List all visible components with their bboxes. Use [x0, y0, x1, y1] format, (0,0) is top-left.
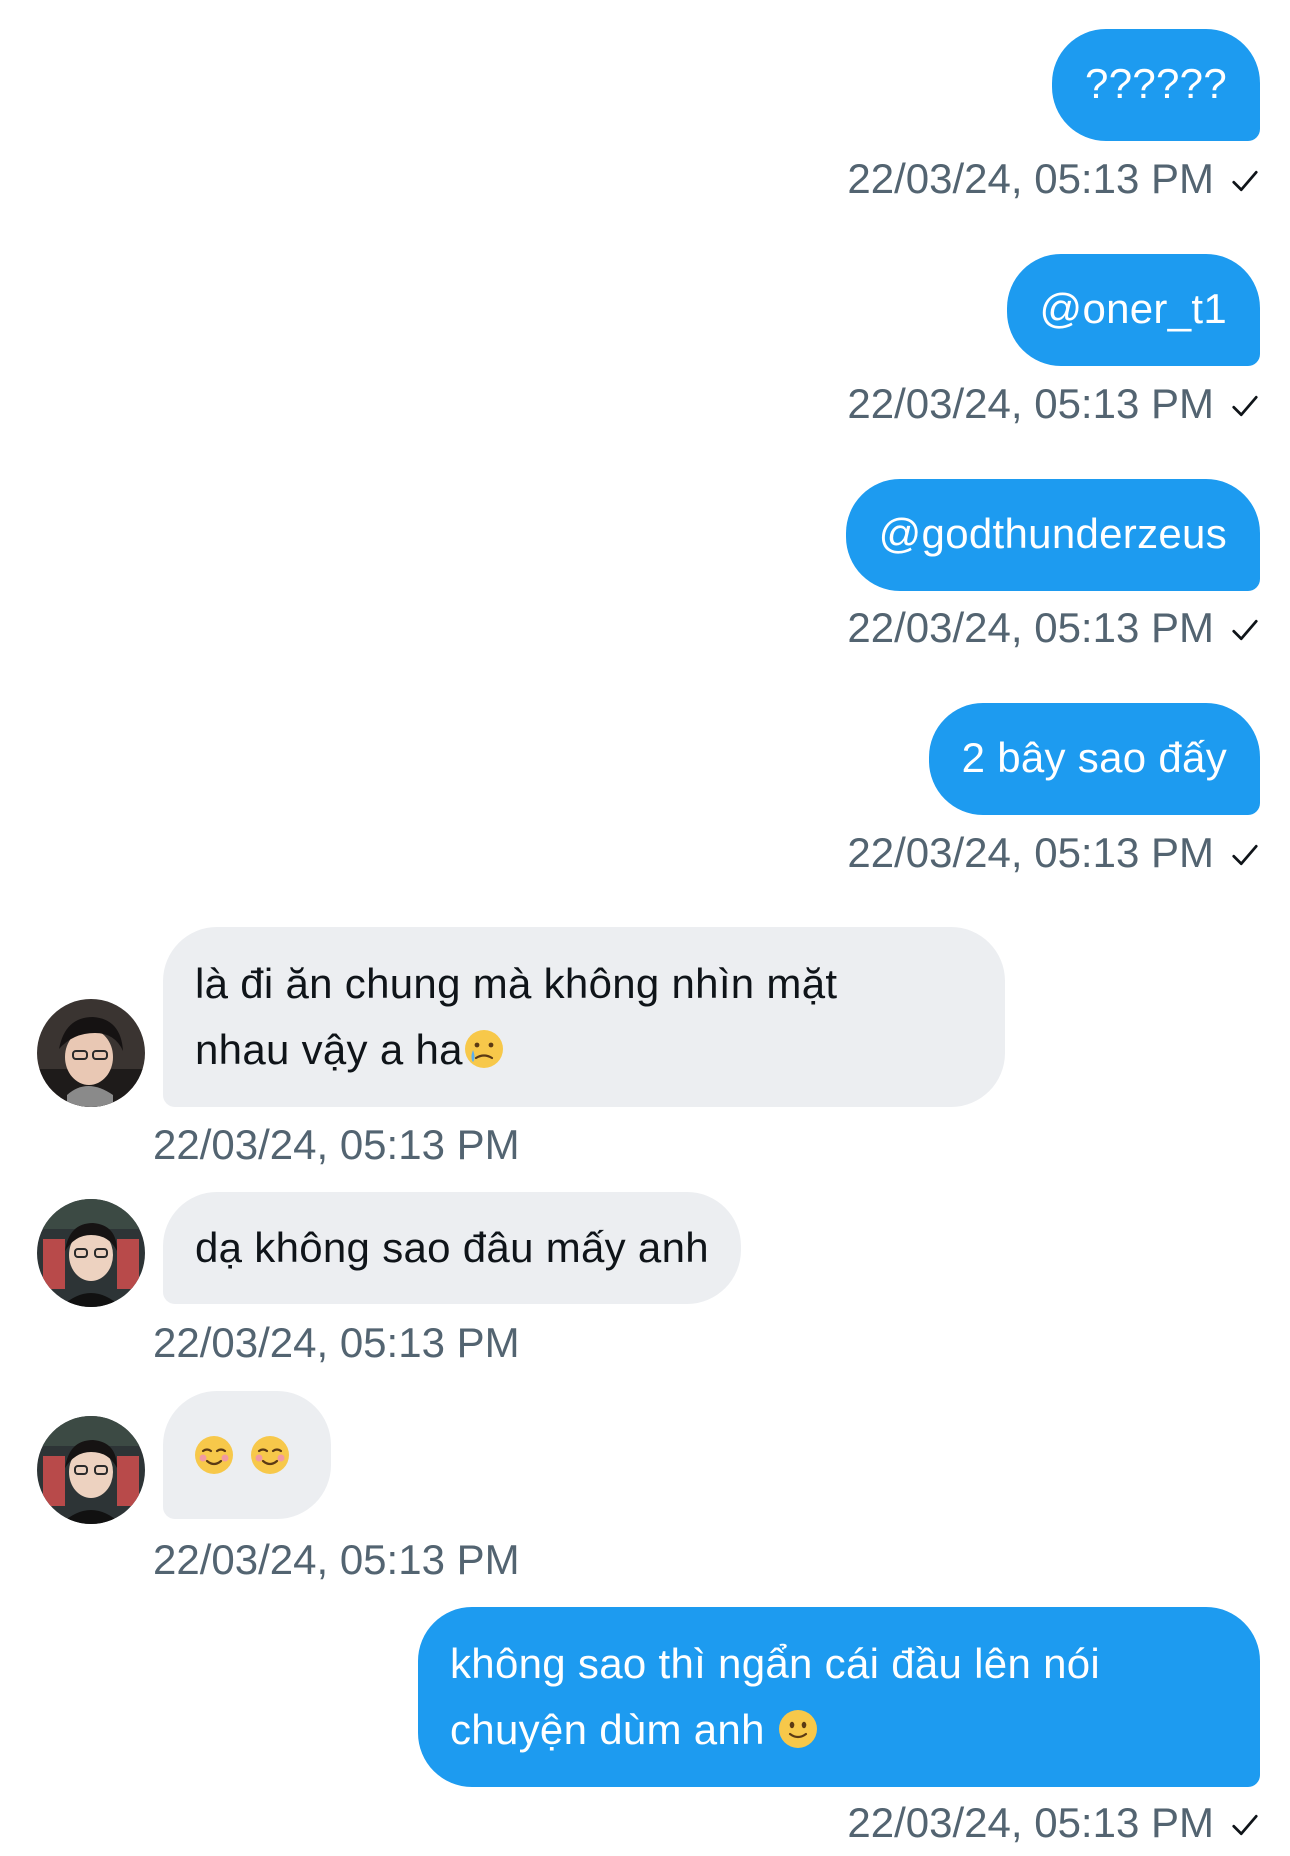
outgoing-message-bubble[interactable]: 2 bây sao đấy [928, 703, 1260, 815]
message-text: dạ không sao đâu mấy anh [195, 1224, 709, 1271]
message-text-line-2: chuyện dùm anh [450, 1697, 1228, 1763]
crying-face-emoji-icon [464, 1030, 503, 1068]
outgoing-message-bubble[interactable]: @oner_t1 [1006, 254, 1260, 366]
smiling-face-emoji-icon [195, 1436, 233, 1474]
message-timestamp: 22/03/24, 05:13 PM [153, 1536, 520, 1583]
message-text: @oner_t1 [1039, 285, 1227, 332]
user-avatar[interactable] [37, 1199, 145, 1307]
message-text: 2 bây sao đấy [961, 734, 1227, 781]
smiling-face-emoji-icon [251, 1436, 289, 1474]
message-timestamp: 22/03/24, 05:13 PM [847, 154, 1260, 204]
checkmark-icon [1232, 395, 1258, 417]
user-avatar[interactable] [37, 1416, 145, 1524]
message-text-line-1: không sao thì ngẩn cái đầu lên nói [450, 1640, 1101, 1687]
avatar-image [37, 1199, 145, 1307]
checkmark-icon [1232, 844, 1258, 866]
message-timestamp: 22/03/24, 05:13 PM [847, 603, 1260, 653]
message-text-line-1: là đi ăn chung mà không nhìn mặt [195, 960, 838, 1007]
checkmark-icon [1232, 170, 1258, 192]
outgoing-message-bubble[interactable]: ?????? [1052, 29, 1260, 141]
incoming-message-bubble[interactable] [163, 1391, 331, 1519]
slightly-smiling-face-emoji-icon [778, 1710, 817, 1748]
message-text: @godthunderzeus [878, 510, 1227, 557]
checkmark-icon [1232, 619, 1258, 641]
user-avatar[interactable] [37, 999, 145, 1107]
outgoing-message-bubble[interactable]: không sao thì ngẩn cái đầu lên nói chuyệ… [418, 1607, 1260, 1787]
message-timestamp: 22/03/24, 05:13 PM [153, 1319, 520, 1366]
checkmark-icon [1232, 1814, 1258, 1836]
message-timestamp: 22/03/24, 05:13 PM [847, 379, 1260, 429]
message-timestamp: 22/03/24, 05:13 PM [153, 1121, 520, 1168]
incoming-message-bubble[interactable]: dạ không sao đâu mấy anh [163, 1192, 741, 1304]
incoming-message-bubble[interactable]: là đi ăn chung mà không nhìn mặt nhau vậ… [163, 927, 1005, 1107]
message-timestamp: 22/03/24, 05:13 PM [847, 828, 1260, 878]
avatar-image [37, 999, 145, 1107]
message-timestamp: 22/03/24, 05:13 PM [847, 1798, 1260, 1848]
outgoing-message-bubble[interactable]: @godthunderzeus [845, 479, 1260, 591]
emoji-row [193, 1391, 301, 1519]
message-text: ?????? [1085, 60, 1227, 107]
message-text-line-2: nhau vậy a ha [195, 1017, 973, 1083]
avatar-image [37, 1416, 145, 1524]
